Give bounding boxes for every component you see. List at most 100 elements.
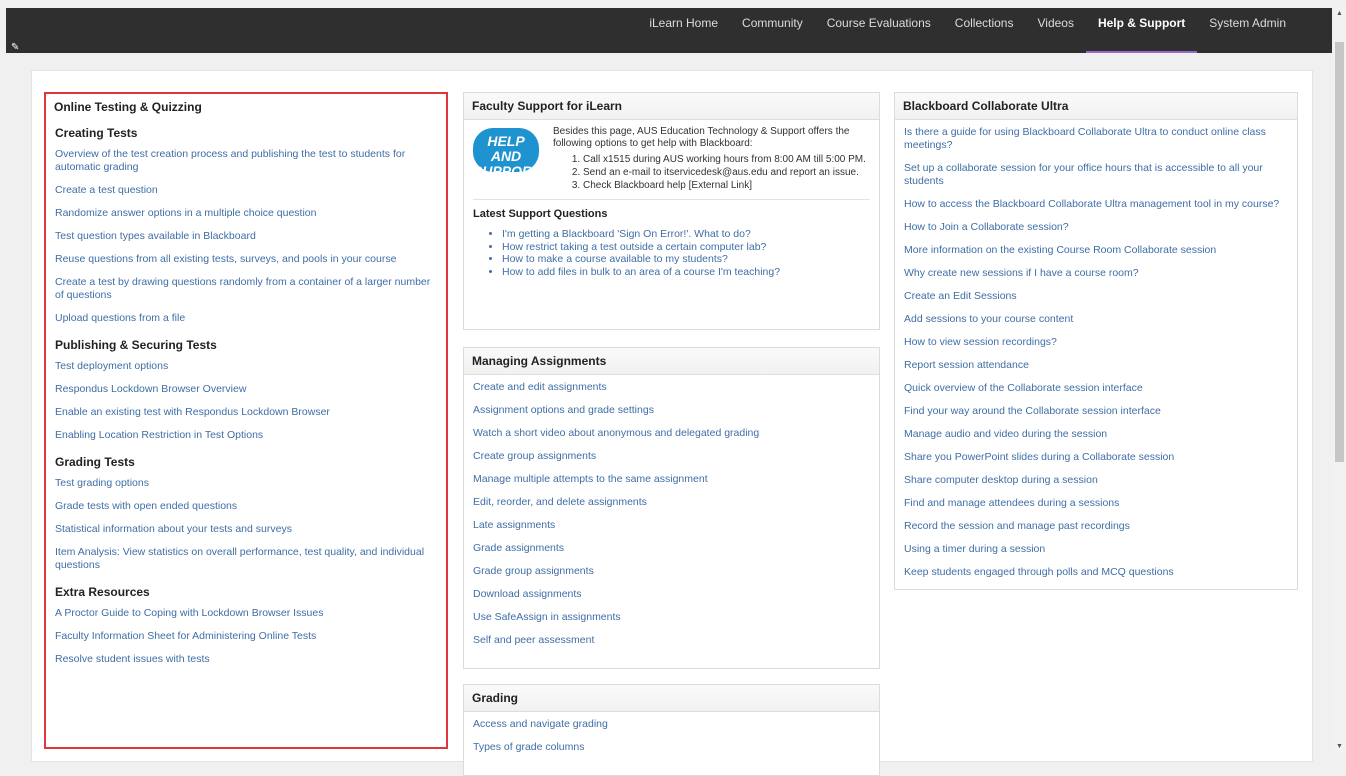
nav-system-admin[interactable]: System Admin xyxy=(1197,8,1298,53)
module-body: Creating Tests Overview of the test creat… xyxy=(46,120,446,678)
test-help-link[interactable]: Enabling Location Restriction in Test Op… xyxy=(55,429,437,442)
assignment-help-link[interactable]: Download assignments xyxy=(473,588,870,601)
test-help-link[interactable]: Respondus Lockdown Browser Overview xyxy=(55,383,437,396)
test-help-link[interactable]: Grade tests with open ended questions xyxy=(55,500,437,513)
support-intro: Besides this page, AUS Education Technol… xyxy=(553,126,850,149)
grading-module: Grading Access and navigate grading Types… xyxy=(463,684,880,776)
collaborate-help-link[interactable]: Quick overview of the Collaborate sessio… xyxy=(904,382,1288,395)
managing-assignments-module: Managing Assignments Create and edit ass… xyxy=(463,347,880,669)
module-title: Online Testing & Quizzing xyxy=(46,94,446,120)
grading-help-link[interactable]: Types of grade columns xyxy=(473,741,870,754)
online-testing-module: Online Testing & Quizzing Creating Tests… xyxy=(44,92,448,749)
latest-question-link[interactable]: How to make a course available to my stu… xyxy=(502,253,879,266)
nav-videos[interactable]: Videos xyxy=(1025,8,1085,53)
latest-question-link[interactable]: I'm getting a Blackboard 'Sign On Error!… xyxy=(502,228,879,241)
top-navigation-bar: ✎ iLearn Home Community Course Evaluatio… xyxy=(6,8,1332,53)
collaborate-help-link[interactable]: How to view session recordings? xyxy=(904,336,1288,349)
support-step[interactable]: Send an e-mail to itservicedesk@aus.edu … xyxy=(583,167,870,179)
collaborate-help-link[interactable]: Manage audio and video during the sessio… xyxy=(904,428,1288,441)
pin-icon[interactable]: ✎ xyxy=(11,42,19,53)
support-info: HELP AND SUPPORT Besides this page, AUS … xyxy=(464,120,879,199)
nav-course-evaluations[interactable]: Course Evaluations xyxy=(815,8,943,53)
faculty-support-module: Faculty Support for iLearn HELP AND SUPP… xyxy=(463,92,880,330)
collaborate-help-link[interactable]: Create an Edit Sessions xyxy=(904,290,1288,303)
logo-text-top: HELP AND xyxy=(487,133,525,164)
collaborate-help-link[interactable]: Is there a guide for using Blackboard Co… xyxy=(904,126,1288,152)
test-help-link[interactable]: Upload questions from a file xyxy=(55,312,437,325)
test-help-link[interactable]: Item Analysis: View statistics on overal… xyxy=(55,546,437,572)
assignment-help-link[interactable]: Watch a short video about anonymous and … xyxy=(473,427,870,440)
collaborate-help-link[interactable]: Using a timer during a session xyxy=(904,543,1288,556)
support-text: Besides this page, AUS Education Technol… xyxy=(553,126,870,193)
assignment-help-link[interactable]: Edit, reorder, and delete assignments xyxy=(473,496,870,509)
assignment-help-link[interactable]: Grade assignments xyxy=(473,542,870,555)
section-title: Extra Resources xyxy=(55,585,150,599)
test-help-link[interactable]: Faculty Information Sheet for Administer… xyxy=(55,630,437,643)
scroll-down-arrow-icon[interactable]: ▼ xyxy=(1336,743,1343,750)
module-body: Is there a guide for using Blackboard Co… xyxy=(895,120,1297,589)
test-help-link[interactable]: Resolve student issues with tests xyxy=(55,653,437,666)
module-title: Faculty Support for iLearn xyxy=(464,93,879,120)
collaborate-help-link[interactable]: Find and manage attendees during a sessi… xyxy=(904,497,1288,510)
assignment-help-link[interactable]: Use SafeAssign in assignments xyxy=(473,611,870,624)
test-help-link[interactable]: Overview of the test creation process an… xyxy=(55,148,437,174)
latest-question-link[interactable]: How to add files in bulk to an area of a… xyxy=(502,266,879,279)
test-help-link[interactable]: Test question types available in Blackbo… xyxy=(55,230,437,243)
module-body: Create and edit assignments Assignment op… xyxy=(464,375,879,659)
collaborate-help-link[interactable]: Share computer desktop during a session xyxy=(904,474,1288,487)
nav-community[interactable]: Community xyxy=(730,8,815,53)
module-title: Blackboard Collaborate Ultra xyxy=(895,93,1297,120)
test-help-link[interactable]: Reuse questions from all existing tests,… xyxy=(55,253,437,266)
content-area: Online Testing & Quizzing Creating Tests… xyxy=(31,70,1313,776)
collaborate-help-link[interactable]: How to Join a Collaborate session? xyxy=(904,221,1288,234)
scroll-thumb[interactable] xyxy=(1335,42,1344,462)
latest-questions-list: I'm getting a Blackboard 'Sign On Error!… xyxy=(464,228,879,278)
help-support-logo-icon: HELP AND SUPPORT xyxy=(473,126,543,180)
collaborate-help-link[interactable]: How to access the Blackboard Collaborate… xyxy=(904,198,1288,211)
test-help-link[interactable]: Enable an existing test with Respondus L… xyxy=(55,406,437,419)
collaborate-help-link[interactable]: Find your way around the Collaborate ses… xyxy=(904,405,1288,418)
test-help-link[interactable]: Create a test question xyxy=(55,184,437,197)
support-steps: Call x1515 during AUS working hours from… xyxy=(553,154,870,192)
top-nav: iLearn Home Community Course Evaluations… xyxy=(637,8,1298,53)
module-body: Access and navigate grading Types of grad… xyxy=(464,712,879,766)
collaborate-help-link[interactable]: Keep students engaged through polls and … xyxy=(904,566,1288,579)
assignment-help-link[interactable]: Manage multiple attempts to the same ass… xyxy=(473,473,870,486)
assignment-help-link[interactable]: Create group assignments xyxy=(473,450,870,463)
collaborate-help-link[interactable]: Add sessions to your course content xyxy=(904,313,1288,326)
latest-question-link[interactable]: How restrict taking a test outside a cer… xyxy=(502,241,879,254)
collaborate-help-link[interactable]: Why create new sessions if I have a cour… xyxy=(904,267,1288,280)
module-title: Grading xyxy=(464,685,879,712)
assignment-help-link[interactable]: Late assignments xyxy=(473,519,870,532)
latest-questions-title: Latest Support Questions xyxy=(473,208,608,220)
assignment-help-link[interactable]: Grade group assignments xyxy=(473,565,870,578)
test-help-link[interactable]: Randomize answer options in a multiple c… xyxy=(55,207,437,220)
assignment-help-link[interactable]: Create and edit assignments xyxy=(473,381,870,394)
test-help-link[interactable]: Create a test by drawing questions rando… xyxy=(55,276,437,302)
module-title: Managing Assignments xyxy=(464,348,879,375)
section-title: Publishing & Securing Tests xyxy=(55,338,217,352)
page-scrollbar[interactable]: ▲ ▼ xyxy=(1333,8,1346,752)
collaborate-help-link[interactable]: Share you PowerPoint slides during a Col… xyxy=(904,451,1288,464)
test-help-link[interactable]: Test deployment options xyxy=(55,360,437,373)
test-help-link[interactable]: A Proctor Guide to Coping with Lockdown … xyxy=(55,607,437,620)
collaborate-help-link[interactable]: More information on the existing Course … xyxy=(904,244,1288,257)
test-help-link[interactable]: Test grading options xyxy=(55,477,437,490)
collaborate-help-link[interactable]: Set up a collaborate session for your of… xyxy=(904,162,1288,188)
support-step: Call x1515 during AUS working hours from… xyxy=(583,154,870,166)
collaborate-help-link[interactable]: Record the session and manage past recor… xyxy=(904,520,1288,533)
test-help-link[interactable]: Statistical information about your tests… xyxy=(55,523,437,536)
grading-help-link[interactable]: Access and navigate grading xyxy=(473,718,870,731)
scroll-up-arrow-icon[interactable]: ▲ xyxy=(1336,10,1343,17)
section-title: Grading Tests xyxy=(55,455,135,469)
support-step[interactable]: Check Blackboard help [External Link] xyxy=(583,180,870,192)
section-title: Creating Tests xyxy=(55,126,138,140)
logo-text-bottom: SUPPORT xyxy=(473,163,541,179)
nav-ilearn-home[interactable]: iLearn Home xyxy=(637,8,730,53)
nav-help-support[interactable]: Help & Support xyxy=(1085,8,1198,53)
collaborate-ultra-module: Blackboard Collaborate Ultra Is there a … xyxy=(894,92,1298,590)
collaborate-help-link[interactable]: Report session attendance xyxy=(904,359,1288,372)
assignment-help-link[interactable]: Self and peer assessment xyxy=(473,634,870,647)
assignment-help-link[interactable]: Assignment options and grade settings xyxy=(473,404,870,417)
nav-collections[interactable]: Collections xyxy=(943,8,1026,53)
